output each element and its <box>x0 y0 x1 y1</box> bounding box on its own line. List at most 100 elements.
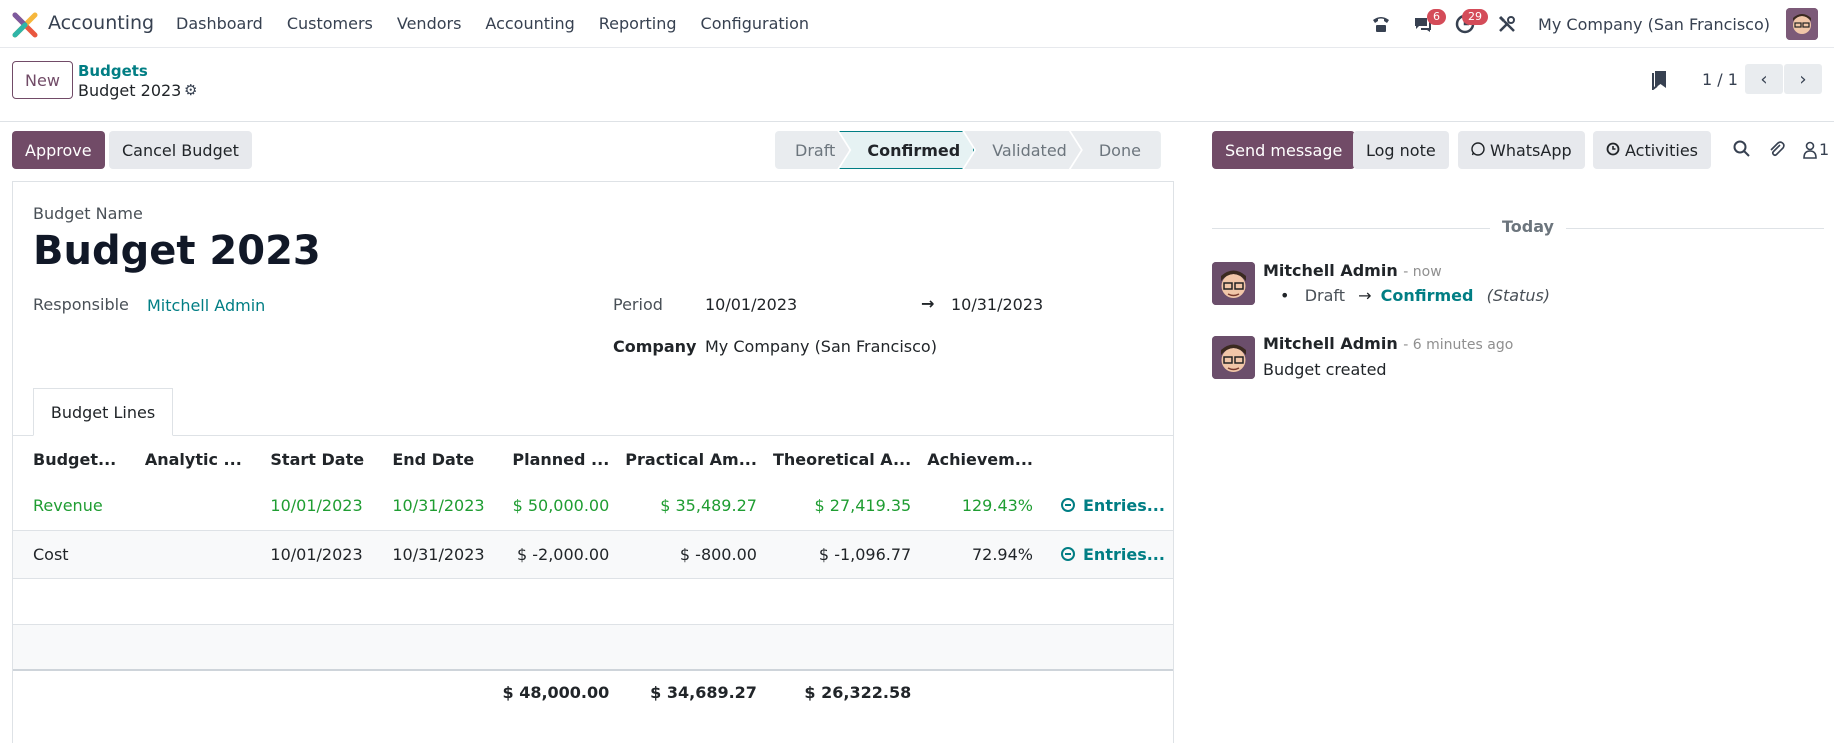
tracked-field: (Status) <box>1486 286 1551 305</box>
stage-draft[interactable]: Draft <box>775 131 849 169</box>
search-icon[interactable] <box>1733 140 1751 163</box>
arrow-right-icon: → <box>921 294 935 313</box>
cell-start-date: 10/01/2023 <box>250 530 373 579</box>
cell-end-date: 10/31/2023 <box>372 530 494 579</box>
period-start-field[interactable]: 10/01/2023 <box>705 295 797 314</box>
old-value: Draft <box>1304 286 1346 305</box>
cell-theoretical: $ -1,096.77 <box>764 530 920 579</box>
cell-theoretical: $ 27,419.35 <box>764 482 920 531</box>
chat-icon[interactable]: 6 <box>1406 7 1447 41</box>
user-avatar[interactable] <box>1786 8 1818 40</box>
activities-label: Activities <box>1625 140 1698 160</box>
tab-budget-lines[interactable]: Budget Lines <box>33 388 173 436</box>
column-header-analytic[interactable]: Analytic ... <box>125 436 251 482</box>
message-author[interactable]: Mitchell Admin - 6 minutes ago <box>1263 334 1513 353</box>
cancel-budget-button[interactable]: Cancel Budget <box>109 131 252 169</box>
total-practical: $ 34,689.27 <box>617 669 765 714</box>
column-header-theoretical[interactable]: Theoretical A... <box>765 436 919 482</box>
company-field[interactable]: My Company (San Francisco) <box>705 337 937 356</box>
clock-icon <box>1606 141 1620 160</box>
responsible-field[interactable]: Mitchell Admin <box>147 296 265 315</box>
user-icon <box>1803 141 1817 159</box>
budget-name-field[interactable]: Budget 2023 <box>33 228 321 274</box>
menu-accounting[interactable]: Accounting <box>473 14 586 33</box>
responsible-label: Responsible <box>33 295 129 314</box>
table-row[interactable]: Cost 10/01/2023 10/31/2023 $ -2,000.00 $… <box>13 530 1173 579</box>
cell-budget: Revenue <box>13 482 125 531</box>
entries-button[interactable]: Entries... <box>1041 530 1173 579</box>
message-time: - 6 minutes ago <box>1403 337 1514 353</box>
period-end-field[interactable]: 10/31/2023 <box>951 295 1043 314</box>
cell-start-date: 10/01/2023 <box>250 482 373 531</box>
paperclip-icon[interactable] <box>1768 140 1786 163</box>
cell-planned: $ 50,000.00 <box>493 482 618 531</box>
followers-count: 1 <box>1819 140 1830 159</box>
messages-badge: 6 <box>1427 9 1447 25</box>
message-avatar[interactable] <box>1212 336 1255 379</box>
stage-confirmed[interactable]: Confirmed <box>839 131 974 169</box>
pager-previous-button[interactable]: ‹ <box>1745 64 1783 94</box>
empty-row <box>13 578 1173 625</box>
budget-lines-table: Budget... Analytic ... Start Date End Da… <box>13 436 1173 714</box>
today-label: Today <box>1490 217 1566 236</box>
company-switcher[interactable]: My Company (San Francisco) <box>1538 15 1770 34</box>
status-stages: Draft Confirmed Validated Done <box>775 131 1161 169</box>
stage-validated[interactable]: Validated <box>964 131 1081 169</box>
message-author[interactable]: Mitchell Admin - now <box>1263 261 1442 280</box>
company-label: Company <box>613 337 697 356</box>
column-header-achievement[interactable]: Achievem... <box>919 436 1041 482</box>
pager-value[interactable]: 1 / 1 <box>1702 70 1738 89</box>
navbar-systray: 6 29 My Company (San Francisco) <box>1356 0 1834 48</box>
menu-dashboard[interactable]: Dashboard <box>164 14 275 33</box>
column-header-planned[interactable]: Planned ... <box>493 436 617 482</box>
phone-icon[interactable] <box>1364 7 1398 41</box>
column-header-practical[interactable]: Practical Am... <box>617 436 765 482</box>
chevron-left-icon: ‹ <box>1760 68 1768 90</box>
cell-achievement: 72.94% <box>919 530 1041 579</box>
menu-configuration[interactable]: Configuration <box>689 14 822 33</box>
log-note-button[interactable]: Log note <box>1353 131 1449 169</box>
odoo-app-logo-icon[interactable] <box>12 12 38 38</box>
empty-row <box>13 624 1173 671</box>
column-header-end-date[interactable]: End Date <box>372 436 493 482</box>
menu-customers[interactable]: Customers <box>275 14 385 33</box>
cell-planned: $ -2,000.00 <box>493 530 618 579</box>
message-avatar[interactable] <box>1212 262 1255 305</box>
new-value: Confirmed <box>1380 286 1474 305</box>
bookmarks-icon[interactable] <box>1650 70 1668 95</box>
cell-budget: Cost <box>13 530 125 579</box>
tools-icon[interactable] <box>1490 7 1524 41</box>
main-menu: Dashboard Customers Vendors Accounting R… <box>164 14 821 33</box>
top-navbar: Accounting Dashboard Customers Vendors A… <box>0 0 1834 48</box>
cell-analytic <box>124 482 251 531</box>
table-header-row: Budget... Analytic ... Start Date End Da… <box>13 436 1173 482</box>
arrow-right-icon: → <box>1358 286 1372 305</box>
tracking-change: • Draft → Confirmed (Status) <box>1280 286 1550 305</box>
whatsapp-button[interactable]: WhatsApp <box>1458 131 1585 169</box>
clock-icon[interactable]: 29 <box>1448 7 1489 41</box>
message-body: Budget created <box>1263 360 1387 379</box>
column-header-start-date[interactable]: Start Date <box>250 436 372 482</box>
pager-next-button[interactable]: › <box>1784 64 1822 94</box>
menu-reporting[interactable]: Reporting <box>587 14 689 33</box>
new-button[interactable]: New <box>12 61 73 99</box>
entries-button[interactable]: Entries... <box>1041 482 1173 531</box>
total-theoretical: $ 26,322.58 <box>764 669 920 714</box>
breadcrumb-budgets[interactable]: Budgets <box>78 62 148 80</box>
table-row[interactable]: Revenue 10/01/2023 10/31/2023 $ 50,000.0… <box>13 482 1173 531</box>
gear-icon[interactable]: ⚙ <box>184 81 197 99</box>
column-header-entries <box>1041 436 1173 482</box>
followers-button[interactable]: 1 <box>1803 140 1829 159</box>
whatsapp-label: WhatsApp <box>1490 140 1572 160</box>
total-planned: $ 48,000.00 <box>493 669 618 714</box>
menu-vendors[interactable]: Vendors <box>385 14 474 33</box>
app-name[interactable]: Accounting <box>48 12 154 34</box>
approve-button[interactable]: Approve <box>12 131 105 169</box>
stage-done[interactable]: Done <box>1070 131 1161 169</box>
activities-button[interactable]: Activities <box>1593 131 1711 169</box>
period-label: Period <box>613 295 663 314</box>
column-header-budget[interactable]: Budget... <box>13 436 125 482</box>
cell-practical: $ -800.00 <box>617 530 765 579</box>
activities-badge: 29 <box>1462 9 1489 25</box>
send-message-button[interactable]: Send message <box>1212 131 1356 169</box>
